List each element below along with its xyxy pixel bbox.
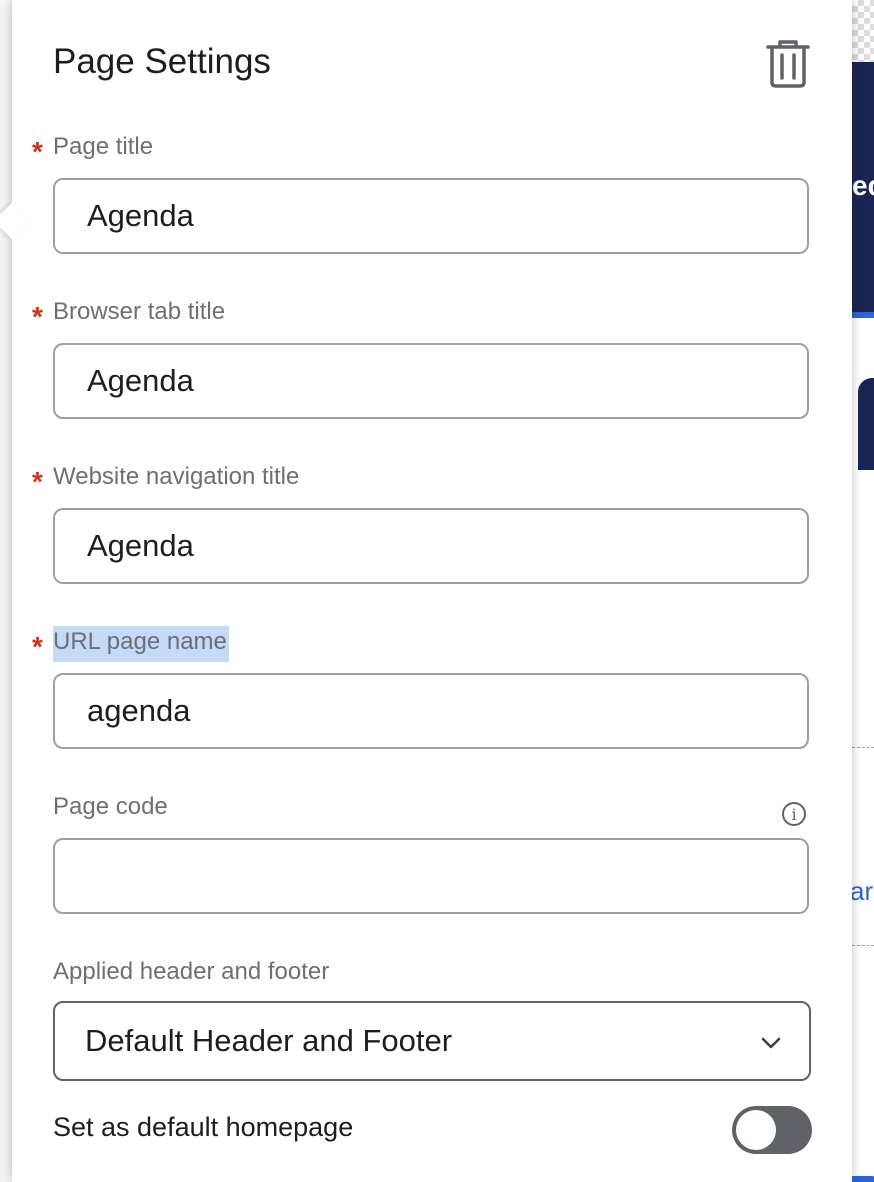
header-footer-selected-value: Default Header and Footer	[85, 1023, 453, 1058]
nav-title-input[interactable]: Agenda	[53, 508, 809, 584]
toggle-knob	[736, 1110, 776, 1150]
preview-link-text[interactable]: ar	[852, 876, 873, 907]
background-page-preview: ed ar	[852, 0, 874, 1182]
transparency-pattern	[852, 0, 874, 62]
page-settings-panel: Page Settings * Page title Agenda * Brow…	[0, 0, 852, 1182]
default-homepage-toggle[interactable]	[732, 1106, 812, 1154]
browser-tab-title-input[interactable]: Agenda	[53, 343, 809, 419]
required-marker: *	[32, 466, 43, 497]
required-marker: *	[32, 301, 43, 332]
page-code-label: Page code	[53, 793, 168, 820]
trash-icon[interactable]	[764, 38, 812, 90]
header-footer-label: Applied header and footer	[53, 958, 330, 985]
default-homepage-label: Set as default homepage	[53, 1112, 354, 1142]
browser-tab-title-label: Browser tab title	[53, 298, 226, 325]
preview-toggle	[852, 1176, 874, 1182]
page-title-input[interactable]: Agenda	[53, 178, 809, 254]
chevron-down-icon	[761, 1037, 781, 1049]
preview-block	[858, 378, 874, 470]
panel-title: Page Settings	[53, 42, 271, 81]
preview-banner-text: ed	[852, 170, 874, 201]
header-footer-select[interactable]: Default Header and Footer	[53, 1001, 811, 1081]
page-title-label: Page title	[53, 133, 154, 160]
preview-accent-line	[852, 312, 874, 318]
preview-divider	[852, 747, 874, 748]
page-code-input[interactable]	[53, 838, 809, 914]
url-page-name-label: URL page name	[53, 626, 229, 662]
preview-banner: ed	[852, 62, 874, 312]
info-icon[interactable]: i	[782, 802, 806, 826]
nav-title-label: Website navigation title	[53, 463, 300, 490]
required-marker: *	[32, 136, 43, 167]
preview-divider	[852, 945, 874, 946]
background-left-strip	[0, 0, 12, 1182]
required-marker: *	[32, 631, 43, 662]
url-page-name-input[interactable]: agenda	[53, 673, 809, 749]
